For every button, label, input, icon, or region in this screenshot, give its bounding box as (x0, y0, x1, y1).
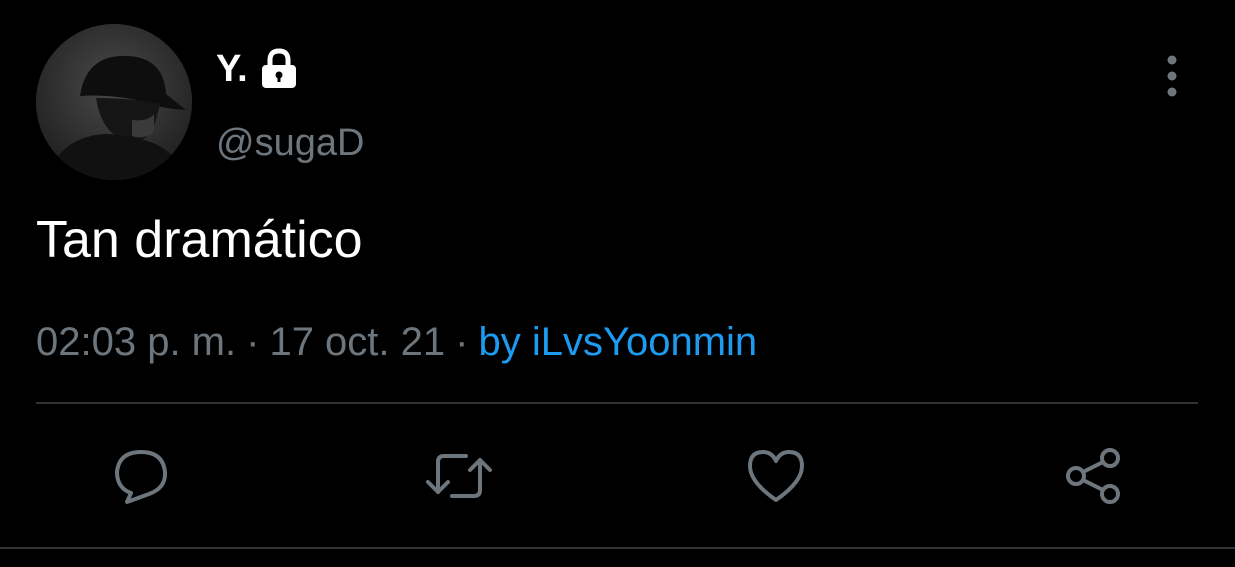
tweet-meta: 02:03 p. m. · 17 oct. 21 · by iLvsYoonmin (36, 315, 757, 369)
avatar[interactable] (36, 24, 192, 180)
retweet-button[interactable] (426, 446, 492, 506)
lock-icon (256, 46, 302, 92)
reply-icon (111, 446, 171, 506)
reply-button[interactable] (111, 446, 171, 506)
bottom-divider (0, 547, 1235, 549)
tweet-source-link[interactable]: by iLvsYoonmin (478, 320, 757, 364)
tweet-timestamp[interactable]: 02:03 p. m. (36, 320, 236, 364)
retweet-icon (426, 446, 492, 506)
divider (36, 402, 1198, 404)
share-icon (1064, 446, 1124, 506)
tweet-text: Tan dramático (36, 211, 363, 269)
tweet-date[interactable]: 17 oct. 21 (269, 320, 445, 364)
author-handle[interactable]: @sugaD (216, 118, 364, 168)
author-name-row[interactable]: Y. (216, 44, 302, 94)
like-button[interactable] (746, 446, 806, 506)
meta-separator: · (455, 320, 469, 364)
display-name[interactable]: Y. (216, 44, 248, 94)
tweet-detail: Y. @sugaD Tan dramático 02:03 p. m. · 17 o… (0, 0, 1235, 567)
more-vertical-icon[interactable] (1152, 52, 1192, 100)
heart-icon (746, 446, 806, 506)
meta-separator: · (246, 320, 260, 364)
share-button[interactable] (1064, 446, 1124, 506)
